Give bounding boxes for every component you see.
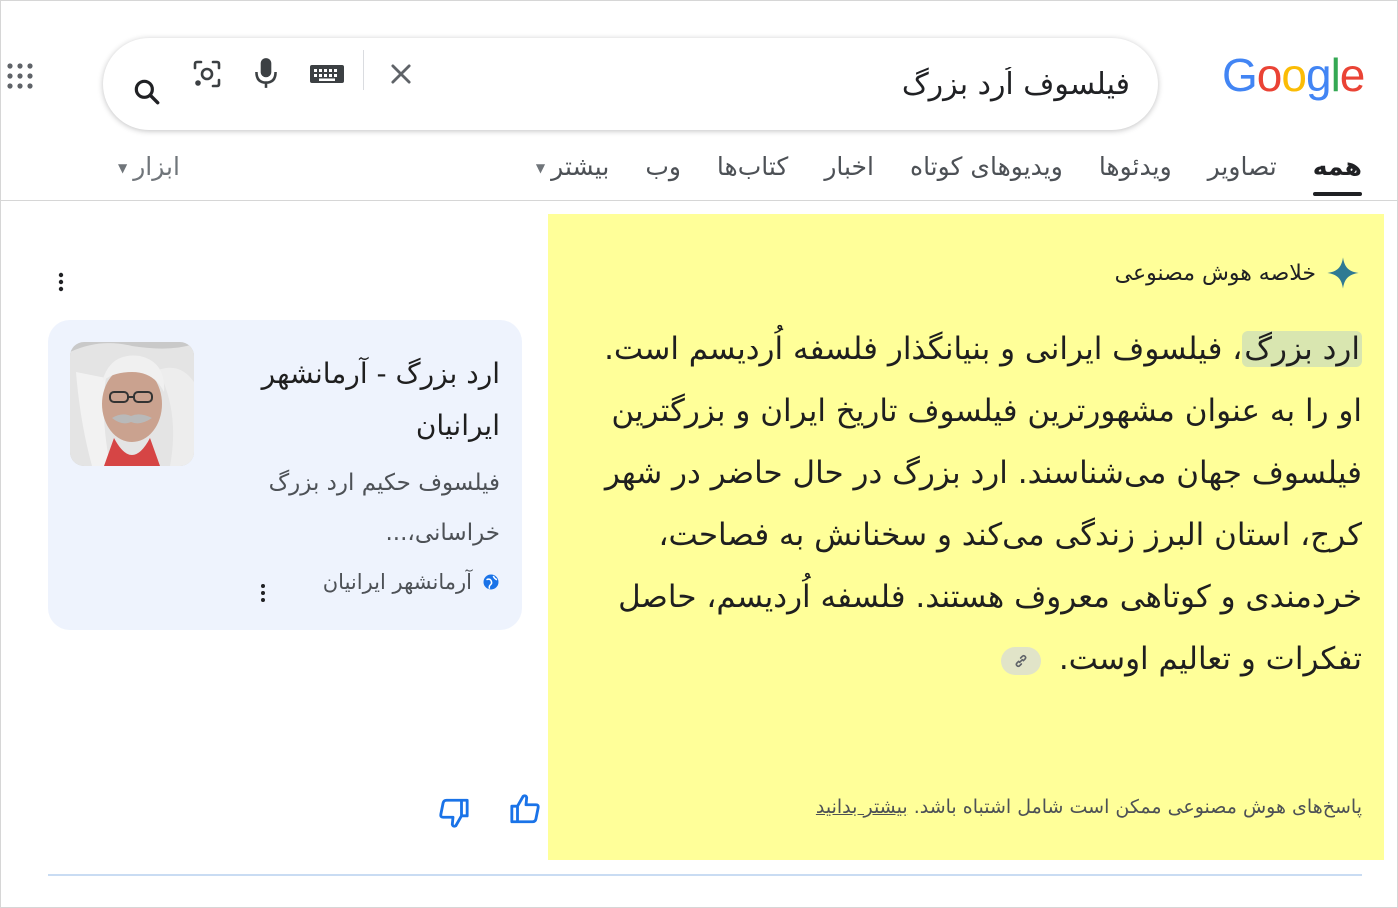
chevron-down-icon: ▼ (535, 161, 546, 175)
logo-letter: o (1281, 49, 1307, 101)
ai-overview-text: ارد بزرگ، فیلسوف ایرانی و بنیانگذار فلسف… (572, 318, 1362, 690)
camera-lens-icon[interactable] (191, 58, 223, 90)
tab-label: کتاب‌ها (716, 152, 789, 181)
tab-label: همه (1312, 152, 1362, 181)
tab-6[interactable]: وب (645, 152, 681, 193)
tab-7[interactable]: بیشتر ▼ (536, 152, 609, 193)
chevron-down-icon: ▼ (118, 161, 128, 175)
search-icon[interactable] (131, 76, 163, 108)
source-site-name: آرمانشهر ایرانیان (322, 570, 472, 594)
tab-2[interactable]: ویدئوها (1099, 152, 1172, 193)
sparkle-icon (1327, 257, 1359, 289)
globe-icon (483, 574, 499, 590)
source-card-site[interactable]: آرمانشهر ایرانیان (323, 570, 500, 594)
tab-0[interactable]: همه (1312, 152, 1363, 196)
source-thumbnail (70, 342, 194, 466)
source-card-snippet: فیلسوف حکیم ارد بزرگ خراسانی،... (268, 470, 500, 546)
ai-overview-panel: خلاصه هوش مصنوعی ارد بزرگ، فیلسوف ایرانی… (548, 214, 1384, 860)
logo-letter: e (1339, 49, 1366, 101)
source-card-title[interactable]: ارد بزرگ - آرمانشهر ایرانیان (210, 348, 500, 452)
ai-overview-header: خلاصه هوش مصنوعی (1115, 256, 1360, 290)
search-tabs: همه تصاویر ویدئوها ویدیوهای کوتاه اخبار کتاب‌… (500, 152, 1363, 196)
more-options-icon[interactable] (52, 268, 70, 296)
search-input[interactable] (710, 60, 1130, 108)
disclaimer-text: پاسخ‌های هوش مصنوعی ممکن است شامل اشتباه… (913, 796, 1362, 818)
header-divider (0, 200, 1398, 201)
source-more-icon[interactable] (256, 580, 270, 606)
tab-label: بیشتر (551, 152, 610, 181)
ai-overview-body: ، فیلسوف ایرانی و بنیانگذار فلسفه اُردیس… (604, 331, 1362, 677)
link-icon (1015, 654, 1027, 667)
tab-1[interactable]: تصاویر (1208, 152, 1277, 193)
logo-letter: l (1330, 49, 1341, 101)
search-divider (363, 50, 364, 90)
microphone-icon[interactable] (253, 56, 279, 90)
tab-label: تصاویر (1207, 152, 1277, 181)
logo-letter: g (1305, 49, 1332, 101)
learn-more-link[interactable]: بیشتر بدانید (816, 796, 908, 818)
google-logo[interactable]: Google (1222, 49, 1366, 101)
section-divider (48, 874, 1362, 876)
tab-label: ویدیوهای کوتاه (909, 152, 1063, 181)
thumbs-down-icon[interactable] (436, 796, 470, 830)
tools-label: ابزار (133, 152, 180, 181)
keyboard-icon[interactable] (309, 60, 345, 88)
tab-label: وب (645, 152, 681, 181)
highlighted-entity[interactable]: ارد بزرگ (1242, 331, 1362, 367)
close-icon[interactable] (387, 60, 415, 88)
logo-letter: o (1256, 49, 1283, 101)
tab-label: اخبار (824, 152, 874, 181)
ai-disclaimer: پاسخ‌های هوش مصنوعی ممکن است شامل اشتباه… (816, 796, 1362, 818)
tab-3[interactable]: ویدیوهای کوتاه (910, 152, 1063, 193)
logo-letter: G (1222, 49, 1258, 101)
tab-label: ویدئوها (1098, 152, 1172, 181)
ai-overview-title: خلاصه هوش مصنوعی (1114, 260, 1316, 286)
source-card[interactable]: ارد بزرگ - آرمانشهر ایرانیان فیلسوف حکیم… (48, 320, 522, 630)
thumbs-up-icon[interactable] (509, 792, 543, 826)
apps-grid-icon[interactable] (6, 62, 34, 90)
search-box (103, 38, 1158, 130)
tools-menu[interactable]: ابزار ▼ (118, 152, 180, 181)
tab-5[interactable]: کتاب‌ها (717, 152, 788, 193)
tab-4[interactable]: اخبار (824, 152, 874, 193)
source-link-chip[interactable] (1000, 646, 1041, 675)
